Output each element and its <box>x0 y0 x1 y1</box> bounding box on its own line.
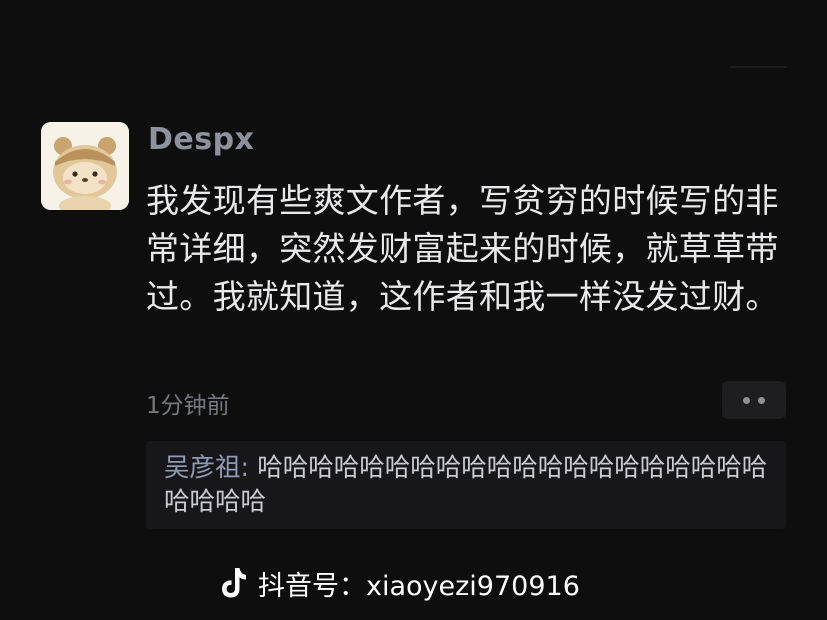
reply-author[interactable]: 吴彦祖: <box>164 453 249 483</box>
reply-text: 哈哈哈哈哈哈哈哈哈哈哈哈哈哈哈哈哈哈哈哈哈哈哈哈 <box>164 453 768 517</box>
cartoon-bear-avatar-icon <box>41 122 129 210</box>
comment-screen: Despx 我发现有些爽文作者，写贫穷的时候写的非常详细，突然发财富起来的时候，… <box>0 0 827 620</box>
avatar[interactable] <box>41 122 129 210</box>
watermark-text: 抖音号：xiaoyezi970916 <box>258 570 580 602</box>
comment-text: 我发现有些爽文作者，写贫穷的时候写的非常详细，突然发财富起来的时候，就草草带过。… <box>146 181 779 316</box>
ellipsis-icon <box>743 397 750 404</box>
reply: 吴彦祖: 哈哈哈哈哈哈哈哈哈哈哈哈哈哈哈哈哈哈哈哈哈哈哈哈 <box>164 451 776 519</box>
douyin-logo-icon <box>222 568 246 598</box>
divider <box>729 66 787 68</box>
username[interactable]: Despx <box>148 122 254 157</box>
reply-box[interactable]: 吴彦祖: 哈哈哈哈哈哈哈哈哈哈哈哈哈哈哈哈哈哈哈哈哈哈哈哈 <box>146 441 786 529</box>
douyin-watermark: 抖音号：xiaoyezi970916 <box>218 561 580 605</box>
timestamp: 1分钟前 <box>146 393 230 419</box>
ellipsis-icon <box>758 397 765 404</box>
more-options-button[interactable] <box>722 381 786 419</box>
